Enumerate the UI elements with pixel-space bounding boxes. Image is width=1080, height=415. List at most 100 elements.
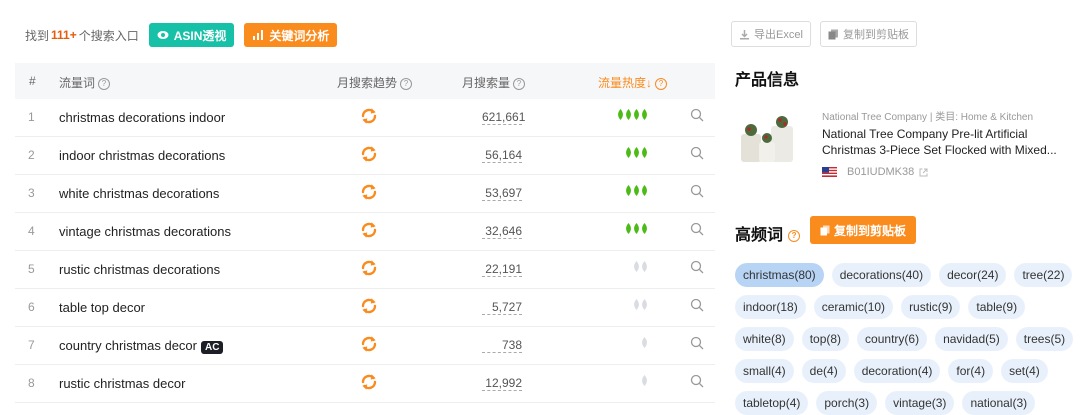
table-row[interactable]: 7 country christmas decor AC 738 — [15, 327, 715, 365]
row-index: 7 — [28, 338, 35, 352]
keyword-tag[interactable]: for(4) — [948, 359, 994, 383]
keyword-tag[interactable]: decoration(4) — [853, 359, 941, 383]
keyword-tag[interactable]: christmas(80) — [735, 263, 824, 287]
heat-meter — [625, 223, 648, 234]
table-row[interactable]: 4 vintage christmas decorations 32,646 — [15, 213, 715, 251]
keyword-tag[interactable]: small(4) — [735, 359, 794, 383]
keyword-link[interactable]: indoor christmas decorations — [59, 148, 225, 163]
search-volume[interactable]: 12,992 — [482, 376, 522, 391]
keyword-tag[interactable]: country(6) — [857, 327, 928, 351]
amazon-choice-badge: AC — [201, 341, 224, 354]
product-asin-row: B01IUDMK38 — [822, 166, 928, 178]
keyword-link[interactable]: white christmas decorations — [59, 186, 219, 201]
col-trend-label: 月搜索趋势 — [337, 76, 398, 90]
keyword-text: rustic christmas decor — [59, 376, 186, 391]
help-icon[interactable]: ? — [98, 77, 111, 90]
col-heat[interactable]: 流量热度↓? — [598, 74, 668, 91]
help-icon[interactable]: ? — [655, 77, 668, 90]
help-icon[interactable]: ? — [513, 77, 526, 90]
refresh-trend-icon[interactable] — [360, 107, 378, 125]
keyword-tag[interactable]: white(8) — [735, 327, 794, 351]
table-row[interactable]: 2 indoor christmas decorations 56,164 — [15, 137, 715, 175]
search-icon[interactable] — [690, 374, 704, 388]
keyword-text: table top decor — [59, 300, 146, 315]
keyword-link[interactable]: table top decor — [59, 300, 145, 315]
col-trend[interactable]: 月搜索趋势? — [337, 74, 413, 91]
heat-meter — [633, 261, 648, 272]
search-volume[interactable]: 32,646 — [482, 224, 522, 239]
col-keyword[interactable]: 流量词? — [59, 74, 111, 91]
search-icon[interactable] — [690, 222, 704, 236]
keyword-tag[interactable]: tabletop(4) — [735, 391, 809, 415]
keyword-link[interactable]: rustic christmas decorations — [59, 262, 220, 277]
col-index: # — [29, 74, 36, 88]
heat-meter — [617, 109, 648, 120]
keyword-tag[interactable]: vintage(3) — [885, 391, 955, 415]
product-title[interactable]: National Tree Company Pre-lit Artificial… — [822, 126, 1062, 158]
keyword-tag[interactable]: porch(3) — [816, 391, 878, 415]
keyword-tag[interactable]: indoor(18) — [735, 295, 806, 319]
help-icon[interactable]: ? — [400, 77, 413, 90]
search-volume[interactable]: 22,191 — [482, 262, 522, 277]
keyword-tag[interactable]: ceramic(10) — [813, 295, 894, 319]
product-asin[interactable]: B01IUDMK38 — [847, 166, 914, 178]
table-row[interactable]: 8 rustic christmas decor 12,992 — [15, 365, 715, 403]
table-row[interactable]: 5 rustic christmas decorations 22,191 — [15, 251, 715, 289]
keyword-tag[interactable]: top(8) — [801, 327, 850, 351]
keyword-link[interactable]: country christmas decor AC — [59, 338, 224, 354]
keyword-link[interactable]: vintage christmas decorations — [59, 224, 231, 239]
search-volume[interactable]: 621,661 — [482, 110, 525, 125]
search-icon[interactable] — [690, 260, 704, 274]
result-count: 111+ — [51, 28, 77, 42]
search-volume[interactable]: 738 — [482, 338, 522, 353]
table-row[interactable]: 6 table top decor 5,727 — [15, 289, 715, 327]
help-icon[interactable]: ? — [788, 229, 801, 242]
table-row[interactable]: 1 christmas decorations indoor 621,661 — [15, 99, 715, 137]
keyword-tag[interactable]: rustic(9) — [901, 295, 961, 319]
keyword-link[interactable]: christmas decorations indoor — [59, 110, 225, 125]
search-icon[interactable] — [690, 146, 704, 160]
keyword-tag[interactable]: trees(5) — [1015, 327, 1074, 351]
row-index: 3 — [28, 186, 35, 200]
keyword-tag[interactable]: set(4) — [1001, 359, 1048, 383]
keyword-tag[interactable]: de(4) — [801, 359, 846, 383]
search-icon[interactable] — [690, 108, 704, 122]
keyword-tag[interactable]: decorations(40) — [831, 263, 932, 287]
product-card: National Tree Company | 类目: Home & Kitch… — [735, 98, 1080, 178]
keyword-tag[interactable]: tree(22) — [1014, 263, 1073, 287]
search-icon[interactable] — [690, 336, 704, 350]
search-volume[interactable]: 53,697 — [482, 186, 522, 201]
col-volume[interactable]: 月搜索量? — [462, 74, 526, 91]
refresh-trend-icon[interactable] — [360, 297, 378, 315]
refresh-trend-icon[interactable] — [360, 259, 378, 277]
copy-high-freq-button[interactable]: 复制到剪贴板 — [810, 216, 917, 244]
keyword-link[interactable]: rustic christmas decor — [59, 376, 185, 391]
table-row[interactable]: 3 white christmas decorations 53,697 — [15, 175, 715, 213]
search-volume[interactable]: 56,164 — [482, 148, 522, 163]
asin-insight-button[interactable]: ASIN透视 — [148, 23, 235, 47]
keyword-tag[interactable]: table(9) — [968, 295, 1026, 319]
heat-leaf-icon — [642, 147, 647, 158]
keyword-tag[interactable]: national(3) — [962, 391, 1036, 415]
external-link-icon[interactable] — [919, 168, 928, 177]
col-keyword-label: 流量词 — [59, 76, 96, 90]
keyword-tag[interactable]: navidad(5) — [935, 327, 1008, 351]
refresh-trend-icon[interactable] — [360, 373, 378, 391]
search-volume[interactable]: 5,727 — [482, 300, 522, 315]
copy-clipboard-label: 复制到剪贴板 — [843, 29, 909, 41]
keyword-analysis-button[interactable]: 关键词分析 — [244, 23, 338, 47]
bar-chart-icon — [253, 30, 264, 40]
refresh-trend-icon[interactable] — [360, 221, 378, 239]
eye-icon — [157, 31, 169, 39]
refresh-trend-icon[interactable] — [360, 335, 378, 353]
copy-clipboard-button[interactable]: 复制到剪贴板 — [820, 21, 917, 47]
search-icon[interactable] — [690, 184, 704, 198]
refresh-trend-icon[interactable] — [360, 183, 378, 201]
refresh-trend-icon[interactable] — [360, 145, 378, 163]
row-index: 8 — [28, 376, 35, 390]
export-excel-button[interactable]: 导出Excel — [731, 21, 811, 47]
row-index: 5 — [28, 262, 35, 276]
keyword-tag[interactable]: decor(24) — [939, 263, 1007, 287]
search-icon[interactable] — [690, 298, 704, 312]
keyword-text: vintage christmas decorations — [59, 224, 231, 239]
